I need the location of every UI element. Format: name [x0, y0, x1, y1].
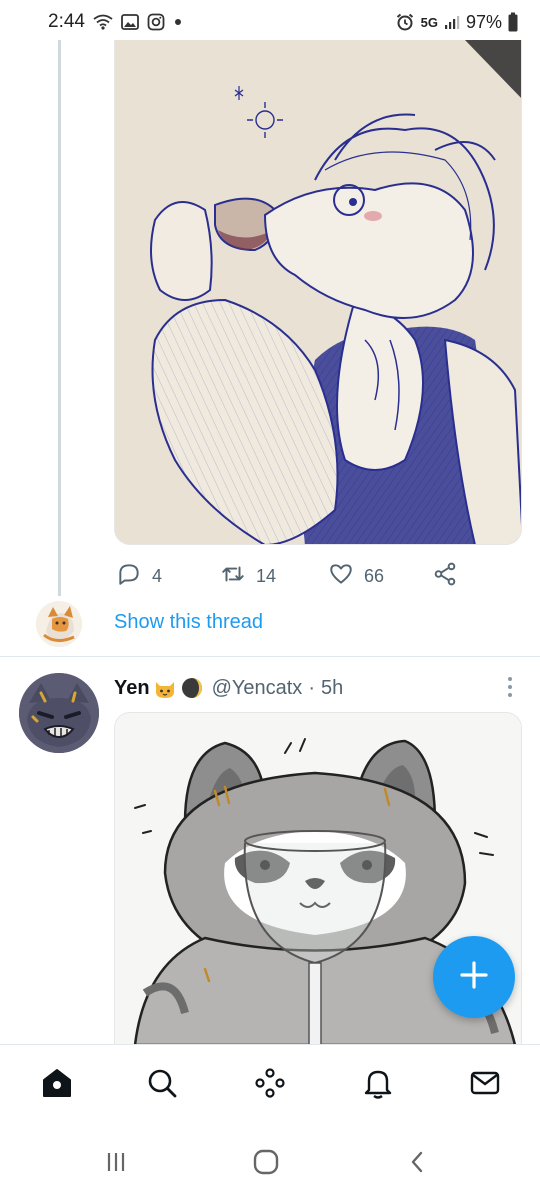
gallery-icon: [121, 14, 139, 30]
system-navigation-bar: [0, 1128, 540, 1200]
nav-spaces[interactable]: [252, 1067, 288, 1103]
notification-dot-icon: [173, 17, 183, 27]
recent-apps-icon: [104, 1150, 128, 1179]
share-button[interactable]: [432, 561, 458, 592]
recent-apps-button[interactable]: [96, 1148, 136, 1180]
tweet-actions: 4 14 66: [114, 556, 522, 596]
instagram-icon: [147, 13, 165, 31]
compose-tweet-button[interactable]: [433, 936, 515, 1018]
moon-emoji-icon: [180, 676, 204, 700]
back-chevron-icon: [406, 1150, 430, 1179]
cat-emoji-icon: [153, 676, 177, 700]
author-name[interactable]: Yen: [114, 677, 150, 700]
network-type: 5G: [420, 14, 438, 30]
author-avatar[interactable]: [19, 673, 99, 753]
share-icon: [432, 561, 458, 592]
search-icon: [145, 1066, 179, 1105]
plus-icon: [457, 958, 491, 997]
retweet-button[interactable]: 14: [220, 561, 276, 592]
thread-connector-line: [58, 40, 61, 596]
retweet-count: 14: [256, 565, 277, 586]
back-button[interactable]: [398, 1148, 438, 1180]
tweet-image[interactable]: [114, 40, 522, 545]
home-circle-icon: [252, 1148, 280, 1181]
messages-icon: [468, 1066, 502, 1105]
tweet-time[interactable]: 5h: [321, 677, 343, 700]
bottom-navigation: [0, 1044, 540, 1128]
tweet-header[interactable]: Yen @Yencatx · 5h: [114, 674, 343, 702]
status-bar: 2:44 5G 97%: [0, 0, 540, 44]
nav-search[interactable]: [144, 1067, 180, 1103]
reply-count: 4: [152, 565, 163, 586]
more-options-icon[interactable]: [500, 675, 520, 699]
notifications-icon: [361, 1066, 395, 1105]
like-count: 66: [364, 565, 385, 586]
thread-author-avatar[interactable]: [36, 601, 82, 647]
battery-percent: 97%: [465, 11, 502, 32]
reply-button[interactable]: 4: [116, 561, 162, 592]
status-time: 2:44: [48, 11, 85, 32]
show-thread-link[interactable]: Show this thread: [114, 611, 263, 634]
retweet-icon: [220, 561, 246, 592]
tweet-divider: [0, 656, 540, 657]
nav-notifications[interactable]: [360, 1067, 396, 1103]
signal-icon: [444, 14, 460, 30]
battery-icon: [508, 12, 518, 32]
wifi-icon: [93, 14, 113, 30]
nav-home[interactable]: [39, 1067, 75, 1103]
like-button[interactable]: 66: [328, 561, 384, 592]
home-icon: [40, 1066, 74, 1105]
nav-messages[interactable]: [467, 1067, 503, 1103]
author-handle[interactable]: @Yencatx: [212, 677, 303, 700]
heart-icon: [328, 561, 354, 592]
reply-icon: [116, 561, 142, 592]
spaces-icon: [253, 1066, 287, 1105]
home-system-button[interactable]: [246, 1148, 286, 1180]
header-separator: ·: [308, 676, 315, 699]
alarm-icon: [395, 12, 415, 32]
